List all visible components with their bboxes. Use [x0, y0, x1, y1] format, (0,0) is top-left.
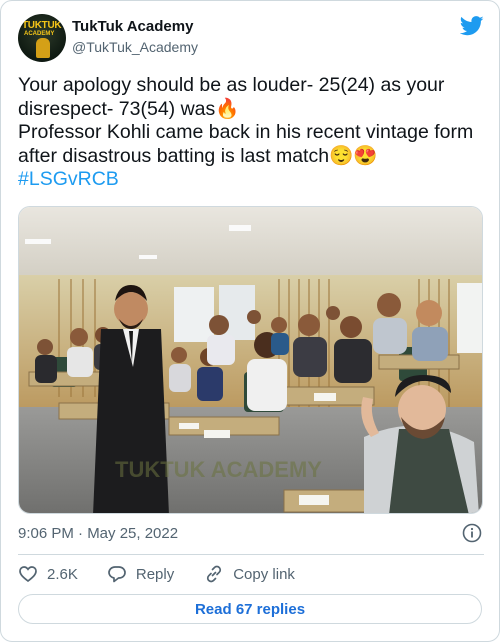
- copy-link-label: Copy link: [233, 565, 295, 583]
- divider: [18, 554, 484, 555]
- avatar-logo-text: TUKTUK: [22, 20, 62, 31]
- avatar[interactable]: TUKTUK ACADEMY: [18, 14, 66, 62]
- avatar-figure: [36, 38, 50, 58]
- tweet-card: TUKTUK ACADEMY TukTuk Academy @TukTuk_Ac…: [0, 0, 500, 642]
- tweet-timestamp[interactable]: 9:06 PM · May 25, 2022: [18, 525, 178, 542]
- twitter-bird-icon[interactable]: [460, 16, 484, 36]
- tweet-line-2: Professor Kohli came back in his recent …: [18, 121, 474, 167]
- photo-watermark: TUKTUK ACADEMY: [115, 457, 322, 482]
- info-icon[interactable]: [462, 523, 482, 543]
- action-bar: 2.6K Reply Copy link: [18, 563, 295, 585]
- tweet-hashtag[interactable]: #LSGvRCB: [18, 168, 488, 192]
- link-icon: [207, 565, 222, 583]
- tweet-text: Your apology should be as louder- 25(24)…: [18, 74, 488, 192]
- account-name[interactable]: TukTuk Academy: [72, 18, 193, 35]
- heart-icon: [19, 566, 37, 583]
- reply-label: Reply: [135, 565, 175, 583]
- like-count: 2.6K: [47, 565, 78, 583]
- account-handle[interactable]: @TukTuk_Academy: [72, 39, 198, 55]
- classroom-image: TUKTUK ACADEMY: [19, 207, 482, 513]
- speech-bubble-icon: [108, 566, 126, 583]
- copy-link-button[interactable]: Copy link: [204, 564, 295, 584]
- like-button[interactable]: 2.6K: [18, 564, 78, 584]
- avatar-logo-subtext: ACADEMY: [24, 31, 55, 37]
- tweet-photo[interactable]: TUKTUK ACADEMY: [18, 206, 483, 514]
- tweet-line-1: Your apology should be as louder- 25(24)…: [18, 74, 445, 120]
- read-replies-button[interactable]: Read 67 replies: [18, 594, 482, 624]
- reply-button[interactable]: Reply: [107, 564, 174, 584]
